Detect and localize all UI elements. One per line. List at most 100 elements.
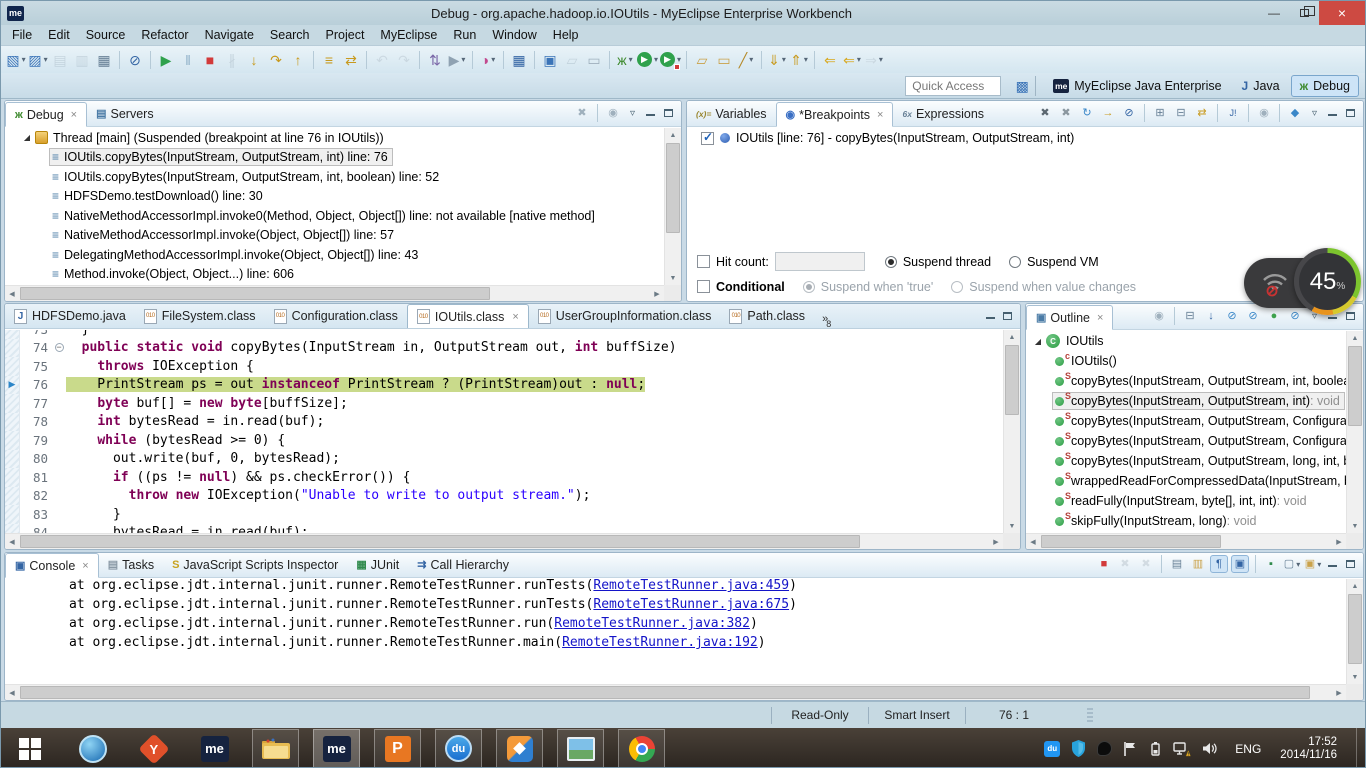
show-desktop-button[interactable]: [1356, 728, 1363, 768]
editor-tab-path-class[interactable]: 010Path.class: [720, 304, 814, 328]
outline-member[interactable]: ScopyBytes(InputStream, OutputStream, lo…: [1052, 452, 1346, 470]
remove-all-launches-button[interactable]: ✖: [1137, 555, 1155, 573]
console-tab-junit[interactable]: ▦JUnit: [347, 552, 408, 577]
stack-frame-row[interactable]: ≡NativeMethodAccessorImpl.invoke0(Method…: [5, 206, 664, 226]
show-console-on-output-button[interactable]: ▣: [1231, 555, 1249, 573]
outline-member-row[interactable]: ScopyBytes(InputStream, OutputStream, in…: [1026, 371, 1346, 391]
stack-trace-link[interactable]: RemoteTestRunner.java:459: [593, 578, 789, 593]
optimizer-percent-overlay[interactable]: 45 %: [1294, 248, 1361, 315]
run-last-tool-button[interactable]: ▶▾: [447, 49, 467, 71]
outline-maximize-button[interactable]: [1342, 308, 1359, 324]
menu-source[interactable]: Source: [79, 26, 133, 44]
remove-all-terminated-button[interactable]: ✖: [573, 104, 591, 122]
tab-overflow-indicator[interactable]: »8: [822, 313, 833, 325]
hide-local-types-button[interactable]: ⊘: [1286, 307, 1304, 325]
hide-static-members-button[interactable]: ⊘: [1244, 307, 1262, 325]
breakpoint-filters-button[interactable]: ◆: [1286, 104, 1304, 122]
outline-member-row[interactable]: ScopyBytes(InputStream, OutputStream, lo…: [1026, 451, 1346, 471]
show-skipped-frames-button[interactable]: ≡: [319, 49, 339, 71]
dropdown-caret-icon[interactable]: ▾: [1296, 560, 1300, 569]
tree-expanded-icon[interactable]: ◢: [21, 133, 33, 142]
git-client-taskbar-item[interactable]: Y: [130, 729, 177, 768]
pin-console-button[interactable]: ▪: [1262, 555, 1280, 573]
run-launch-button[interactable]: ▶▾: [637, 49, 658, 71]
console-tab-call-hierarchy[interactable]: ⇉Call Hierarchy: [408, 552, 518, 577]
report-palette-button[interactable]: ◑▾: [478, 49, 498, 71]
breakpoints-list[interactable]: IOUtils [line: 76] - copyBytes(InputStre…: [687, 128, 1363, 246]
debug-vscrollbar[interactable]: ▲▼: [664, 128, 681, 285]
security-shield-tray-icon[interactable]: [1071, 740, 1086, 757]
code-text[interactable]: throws IOException {: [66, 359, 254, 374]
suspend-vm-radio[interactable]: [1009, 256, 1021, 268]
show-breakpoints-supported-button[interactable]: ↻: [1078, 104, 1096, 122]
breakpoint-checkbox[interactable]: [701, 132, 714, 145]
myeclipse-window-taskbar-item[interactable]: me: [313, 729, 360, 768]
dropdown-caret-icon[interactable]: ▾: [461, 55, 465, 64]
collapse-all-button[interactable]: ⊟: [1181, 307, 1199, 325]
outline-member-row[interactable]: SreadFully(InputStream, byte[], int, int…: [1026, 491, 1346, 511]
debug-hscrollbar[interactable]: ◀▶: [5, 285, 664, 301]
print-button[interactable]: ▦: [94, 49, 114, 71]
menu-search[interactable]: Search: [263, 26, 317, 44]
launch-group-button[interactable]: ⇅: [425, 49, 445, 71]
dropdown-caret-icon[interactable]: ▾: [44, 55, 48, 64]
close-tab-icon[interactable]: ×: [82, 560, 88, 572]
outline-member[interactable]: cIOUtils(): [1052, 352, 1122, 370]
stack-trace-link[interactable]: RemoteTestRunner.java:382: [554, 616, 750, 631]
menu-help[interactable]: Help: [546, 26, 586, 44]
stack-frame[interactable]: ≡IOUtils.copyBytes(InputStream, OutputSt…: [49, 168, 444, 186]
flag-tray-icon[interactable]: [1123, 741, 1137, 757]
stack-frame-row[interactable]: ≡IOUtils.copyBytes(InputStream, OutputSt…: [5, 148, 664, 168]
outline-member[interactable]: SwrappedReadForCompressedData(InputStrea…: [1052, 472, 1346, 490]
stack-trace-link[interactable]: RemoteTestRunner.java:675: [593, 597, 789, 612]
start-button[interactable]: [5, 728, 55, 768]
next-annotation-button[interactable]: ⇓▾: [767, 49, 787, 71]
code-text[interactable]: byte buf[] = new byte[buffSize];: [66, 396, 348, 411]
debug-thread-row[interactable]: ◢Thread [main] (Suspended (breakpoint at…: [5, 128, 664, 148]
open-console-button[interactable]: ▣▾: [1304, 555, 1322, 573]
editor-maximize-button[interactable]: [999, 308, 1016, 324]
black-dish-tray-icon[interactable]: [1097, 741, 1112, 756]
menu-refactor[interactable]: Refactor: [134, 26, 195, 44]
restore-button[interactable]: [1289, 3, 1319, 23]
hit-count-input[interactable]: [775, 252, 865, 271]
editor-ruler[interactable]: [5, 487, 20, 506]
editor-ruler[interactable]: [5, 394, 20, 413]
display-selected-console-button[interactable]: ▢▾: [1283, 555, 1301, 573]
save-all-button[interactable]: ▥: [72, 49, 92, 71]
scroll-lock-button[interactable]: ▥: [1189, 555, 1207, 573]
menu-window[interactable]: Window: [485, 26, 543, 44]
dropdown-caret-icon[interactable]: ▾: [629, 55, 633, 64]
menu-myeclipse[interactable]: MyEclipse: [373, 26, 444, 44]
breakpoints-tab-breakpoints[interactable]: ◉*Breakpoints×: [776, 102, 894, 127]
power-battery-tray-icon[interactable]: [1148, 741, 1162, 757]
editor-tab-usergroupinformation-class[interactable]: 010UserGroupInformation.class: [529, 304, 721, 328]
debug-maximize-button[interactable]: [660, 105, 677, 121]
clock[interactable]: 17:52 2014/11/16: [1280, 736, 1337, 762]
minimize-button[interactable]: —: [1259, 3, 1289, 23]
console-tab-console[interactable]: ▣Console×: [5, 553, 99, 578]
editor-ruler[interactable]: [5, 339, 20, 358]
sort-alphabetically-button[interactable]: ↓: [1202, 307, 1220, 325]
web-browser-20-button[interactable]: ▣: [540, 49, 560, 71]
suspend-thread-radio[interactable]: [885, 256, 897, 268]
outline-member-row[interactable]: ScopyBytes(InputStream, OutputStream, in…: [1026, 391, 1346, 411]
editor-ruler[interactable]: [5, 330, 20, 339]
show-grid-button[interactable]: ▦: [509, 49, 529, 71]
terminate-button[interactable]: ■: [200, 49, 220, 71]
outline-member[interactable]: ScopyBytes(InputStream, OutputStream, in…: [1052, 372, 1346, 390]
dropdown-caret-icon[interactable]: ▾: [749, 55, 753, 64]
link-with-debug-view-button[interactable]: ⇄: [1193, 104, 1211, 122]
dropdown-caret-icon[interactable]: ▾: [491, 55, 495, 64]
resume-button[interactable]: ▶: [156, 49, 176, 71]
clear-console-button[interactable]: ▤: [1168, 555, 1186, 573]
code-text[interactable]: while (bytesRead >= 0) {: [66, 433, 285, 448]
stack-frame[interactable]: ≡NativeMethodAccessorImpl.invoke(Object,…: [49, 226, 399, 244]
stack-frame-row[interactable]: ≡DelegatingMethodAccessorImpl.invoke(Obj…: [5, 245, 664, 265]
console-tab-javascript-scripts-inspector[interactable]: SJavaScript Scripts Inspector: [163, 552, 347, 577]
outline-options-button[interactable]: ◉: [1150, 307, 1168, 325]
outline-member-row[interactable]: ScopyBytes(InputStream, OutputStream, Co…: [1026, 411, 1346, 431]
disconnect-button[interactable]: ∦: [222, 49, 242, 71]
mark-occurrences-button[interactable]: ╱▾: [736, 49, 756, 71]
breakpoints-minimize-button[interactable]: [1324, 105, 1341, 121]
